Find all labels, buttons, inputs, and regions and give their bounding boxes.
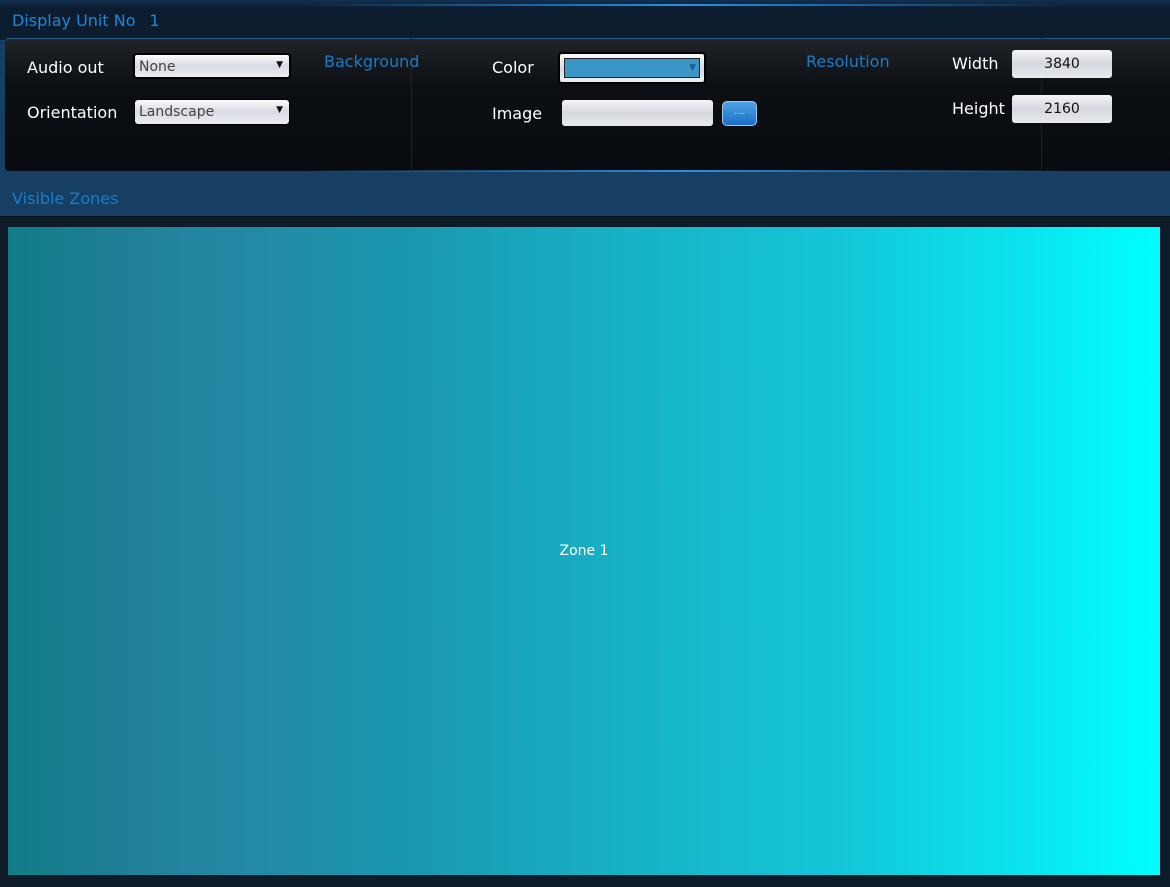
color-label: Color <box>492 58 534 77</box>
zone-label: Zone 1 <box>559 543 609 559</box>
background-section-label: Background <box>324 52 420 71</box>
orientation-value: Landscape <box>139 104 215 120</box>
title-bar: Display Unit No 1 <box>0 0 1170 40</box>
unit-number: 1 <box>149 11 160 30</box>
image-path-input[interactable] <box>562 100 713 126</box>
orientation-label: Orientation <box>27 103 118 122</box>
zone-1[interactable]: Zone 1 <box>8 227 1160 875</box>
display-unit-title: Display Unit No 1 <box>12 11 160 30</box>
color-picker[interactable]: ▼ <box>558 52 706 84</box>
chevron-down-icon: ▼ <box>276 60 283 70</box>
resolution-section-label: Resolution <box>806 52 890 71</box>
width-input[interactable]: 3840 <box>1012 50 1112 78</box>
audio-out-select[interactable]: None ▼ <box>133 53 291 79</box>
chevron-down-icon: ▼ <box>276 105 283 115</box>
audio-out-value: None <box>139 59 176 75</box>
chevron-down-icon: ▼ <box>689 63 696 73</box>
height-label: Height <box>952 99 1005 118</box>
title-text: Display Unit No <box>12 11 136 30</box>
browse-image-button[interactable]: .... <box>722 101 757 126</box>
width-label: Width <box>952 54 999 73</box>
image-label: Image <box>492 104 543 123</box>
panel-glow <box>300 170 1070 172</box>
audio-out-label: Audio out <box>27 58 104 77</box>
color-swatch <box>564 58 700 78</box>
visible-zones-label: Visible Zones <box>12 189 119 208</box>
height-input[interactable]: 2160 <box>1012 95 1112 123</box>
orientation-select[interactable]: Landscape ▼ <box>134 99 290 125</box>
